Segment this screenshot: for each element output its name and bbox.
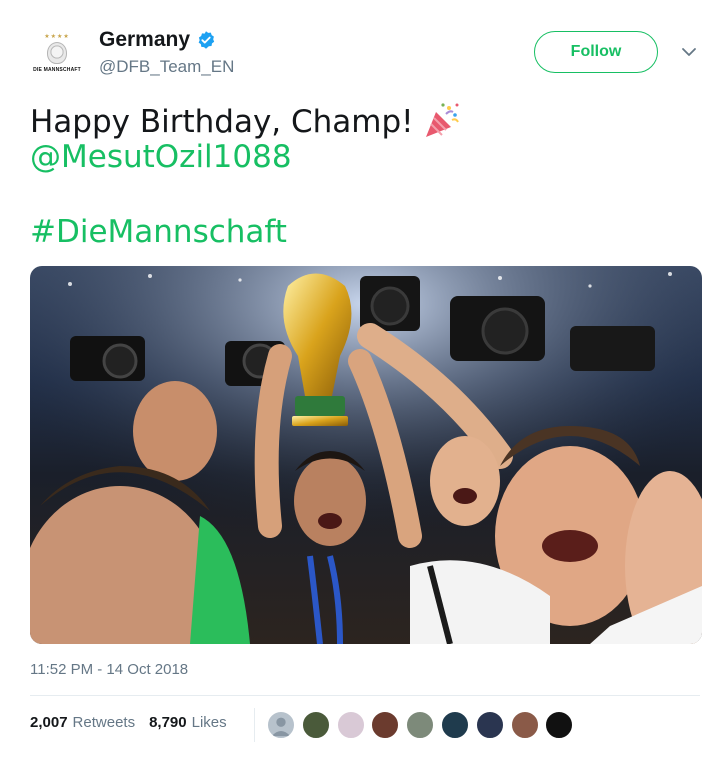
retweets-count: 2,007 <box>30 714 68 731</box>
liker-avatar[interactable] <box>440 711 469 739</box>
liker-avatar[interactable] <box>371 711 400 739</box>
divider-top <box>30 695 700 696</box>
liker-avatar[interactable] <box>475 711 504 739</box>
tweet-greeting: Happy Birthday, Champ! <box>30 104 414 140</box>
avatar-brand-text: DIE MANNSCHAFT <box>33 66 81 73</box>
follow-button[interactable]: Follow <box>534 31 658 73</box>
retweets-stat[interactable]: 2,007 Retweets <box>30 714 135 731</box>
liker-avatars <box>267 711 580 739</box>
account-name[interactable]: Germany <box>99 28 190 52</box>
liker-avatar[interactable] <box>510 711 539 739</box>
tweet-text: Happy Birthday, Champ! @MesutOzil1088 #D… <box>30 100 690 251</box>
likes-stat[interactable]: 8,790 Likes <box>149 714 227 731</box>
liker-avatar[interactable] <box>406 711 435 739</box>
account-name-row: Germany <box>99 28 216 52</box>
tweet-photo[interactable] <box>30 266 702 644</box>
tweet-stats: 2,007 Retweets 8,790 Likes <box>30 714 227 731</box>
tweet-spacer <box>30 176 690 213</box>
verified-badge-icon <box>198 31 215 49</box>
avatar-stars: ★★★★ <box>44 33 70 40</box>
tweet-line-1: Happy Birthday, Champ! <box>30 100 690 140</box>
stats-separator <box>254 708 255 742</box>
liker-avatar[interactable] <box>301 711 330 739</box>
party-popper-icon <box>425 103 459 137</box>
retweets-label: Retweets <box>72 714 136 731</box>
photo-illustration <box>30 266 702 644</box>
liker-avatar[interactable] <box>336 711 365 739</box>
mention-link[interactable]: @MesutOzil1088 <box>30 138 690 176</box>
tweet-timestamp[interactable]: 11:52 PM - 14 Oct 2018 <box>30 661 188 678</box>
liker-avatar[interactable] <box>267 711 295 739</box>
account-handle[interactable]: @DFB_Team_EN <box>99 57 234 77</box>
chevron-down-icon[interactable] <box>679 42 699 62</box>
account-avatar[interactable]: ★★★★ DIE MANNSCHAFT <box>30 26 84 80</box>
dfb-crest-icon <box>47 41 67 64</box>
hashtag-link[interactable]: #DieMannschaft <box>30 213 690 251</box>
liker-avatar[interactable] <box>545 711 574 739</box>
likes-label: Likes <box>191 714 227 731</box>
likes-count: 8,790 <box>149 714 187 731</box>
